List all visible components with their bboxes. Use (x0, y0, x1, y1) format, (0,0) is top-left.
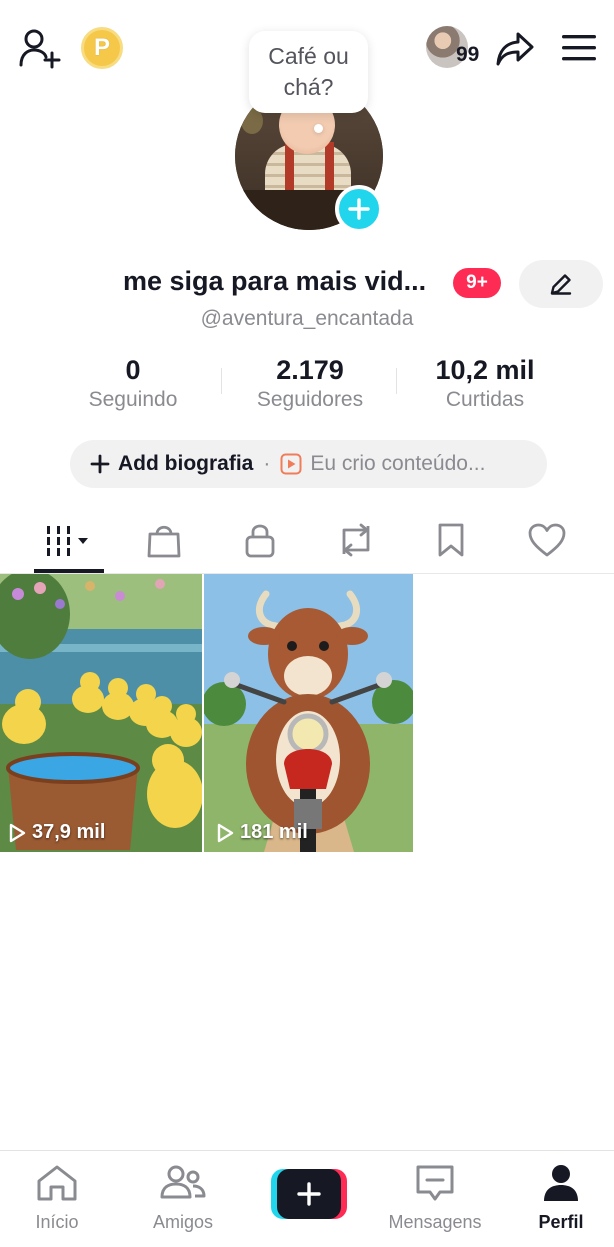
nav-messages[interactable]: Mensagens (385, 1163, 485, 1233)
followers-label: Seguidores (256, 388, 364, 411)
play-outline-icon (9, 823, 26, 842)
share-arrow-icon[interactable] (494, 28, 536, 70)
tab-private[interactable] (214, 507, 306, 573)
view-count: 37,9 mil (6, 821, 105, 844)
view-count-text: 37,9 mil (32, 821, 106, 843)
pencil-icon (550, 274, 572, 295)
name-row: me siga para mais vid... 9+ (0, 260, 614, 308)
notification-badge[interactable]: 9+ (453, 268, 501, 298)
username[interactable]: @aventura_encantada (0, 307, 614, 331)
tab-reposts[interactable] (310, 507, 402, 573)
profile-tabs (0, 507, 614, 574)
create-plus-icon (277, 1169, 341, 1219)
video-thumbnail[interactable]: 37,9 mil (0, 574, 202, 852)
bio-separator: · (263, 452, 271, 475)
bull-motorcycle-thumbnail-image (204, 574, 413, 852)
visitors-count: 99 (456, 43, 480, 66)
stat-likes[interactable]: 10,2 mil Curtidas (405, 354, 565, 414)
followers-count: 2.179 (276, 355, 344, 385)
hamburger-menu-icon[interactable] (560, 30, 598, 66)
nav-home[interactable]: Início (7, 1163, 107, 1233)
lock-icon (245, 524, 275, 558)
repost-icon (342, 523, 370, 557)
profile-icon (544, 1165, 578, 1201)
add-bio-button[interactable]: Add biografia (118, 452, 253, 476)
tab-shop[interactable] (118, 507, 210, 573)
friends-icon (160, 1165, 206, 1199)
ducklings-thumbnail-image (0, 574, 202, 852)
plus-icon (90, 454, 110, 474)
nav-profile-label: Perfil (538, 1212, 584, 1232)
stats-row: 0 Seguindo 2.179 Seguidores 10,2 mil Cur… (0, 354, 614, 414)
nav-friends-label: Amigos (152, 1212, 214, 1232)
view-count-text: 181 mil (240, 821, 308, 843)
bubble-tail-dot (314, 124, 323, 133)
create-post-button[interactable] (271, 1169, 347, 1219)
bottom-navigation: Início Amigos Mensagens Perfil (0, 1150, 614, 1247)
stat-divider (396, 368, 397, 394)
grid-videos-icon (47, 526, 88, 556)
status-note-bubble[interactable]: Café ou chá? (249, 31, 368, 113)
shopping-bag-icon (147, 525, 181, 558)
creator-play-icon (280, 453, 302, 475)
following-count: 0 (125, 355, 141, 385)
bookmark-icon (438, 523, 464, 557)
stat-divider (221, 368, 222, 394)
status-note-text: Café ou chá? (268, 43, 349, 100)
home-icon (37, 1165, 77, 1201)
profile-visitors-button[interactable]: 99 (426, 26, 484, 70)
display-name[interactable]: me siga para mais vid... (123, 266, 426, 297)
nav-friends[interactable]: Amigos (133, 1163, 233, 1233)
following-label: Seguindo (88, 388, 178, 411)
person-plus-icon[interactable] (18, 27, 62, 71)
stat-followers[interactable]: 2.179 Seguidores (230, 354, 390, 414)
nav-profile[interactable]: Perfil (511, 1163, 611, 1233)
heart-icon (528, 523, 566, 557)
nav-messages-label: Mensagens (388, 1212, 482, 1232)
video-thumbnail[interactable]: 181 mil (204, 574, 413, 852)
add-story-plus-icon[interactable] (335, 185, 383, 233)
stat-following[interactable]: 0 Seguindo (63, 354, 203, 414)
bio-pill[interactable]: Add biografia · Eu crio conteúdo... (70, 440, 547, 488)
edit-profile-button[interactable] (519, 260, 603, 308)
active-tab-indicator (34, 569, 104, 573)
coin-icon[interactable]: P (81, 27, 123, 69)
nav-home-label: Início (35, 1212, 79, 1232)
play-outline-icon (217, 823, 234, 842)
message-icon (416, 1165, 454, 1201)
likes-count: 10,2 mil (435, 355, 535, 385)
tab-liked[interactable] (501, 507, 593, 573)
view-count: 181 mil (214, 821, 308, 844)
tab-saved[interactable] (405, 507, 497, 573)
creator-category-button[interactable]: Eu crio conteúdo... (310, 452, 485, 476)
likes-label: Curtidas (445, 388, 525, 411)
tab-videos[interactable] (24, 507, 116, 573)
